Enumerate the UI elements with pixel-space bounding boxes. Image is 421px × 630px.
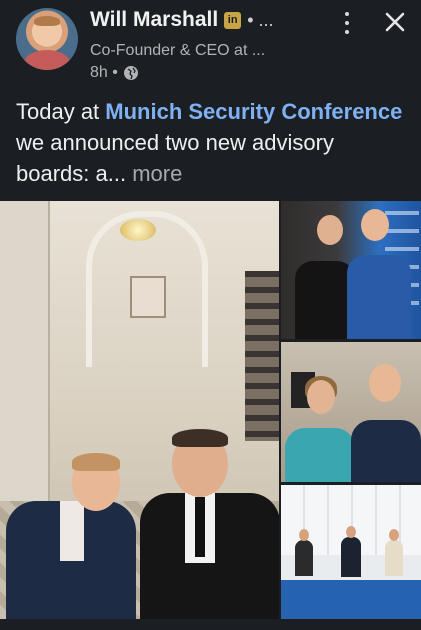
close-icon[interactable] — [383, 10, 407, 34]
avatar-hair — [34, 16, 60, 26]
photo-stage — [281, 580, 421, 619]
timestamp-text: 8h • — [90, 64, 118, 81]
photo-person-a-head — [317, 215, 343, 245]
person-right-tie — [195, 497, 205, 557]
photo-person-b-head — [369, 364, 401, 402]
post-body: Today at Munich Security Conference we a… — [16, 96, 408, 189]
photo-person-a-body — [285, 428, 355, 482]
photo-shelf — [245, 271, 279, 441]
panelist-1 — [295, 540, 313, 576]
author-name[interactable]: Will Marshall — [90, 8, 218, 32]
person-left-shirt — [60, 501, 84, 561]
more-vertical-icon[interactable] — [340, 10, 354, 36]
person-left-hair — [72, 453, 120, 471]
photo-painting — [130, 276, 166, 318]
panelist-3 — [385, 540, 403, 576]
photo-main[interactable] — [0, 201, 279, 619]
photo-middle-right[interactable] — [281, 342, 421, 482]
media-grid — [0, 201, 421, 619]
photo-person-b-body — [347, 255, 411, 339]
panelist-2-head — [346, 526, 356, 538]
photo-chandelier — [120, 219, 156, 241]
author-headline: Co-Founder & CEO at ... — [90, 42, 266, 59]
post-text-before: Today at — [16, 99, 106, 124]
author-name-suffix: • ... — [247, 9, 274, 30]
panelist-1-head — [299, 529, 309, 541]
author-avatar[interactable] — [16, 8, 78, 70]
photo-person-b-head — [361, 209, 389, 241]
post-header: Will Marshall in • ... Co-Founder & CEO … — [0, 0, 421, 96]
bottom-divider — [0, 619, 421, 630]
photo-bottom-right[interactable] — [281, 485, 421, 619]
post-timestamp: 8h • — [90, 64, 139, 82]
photo-top-right[interactable] — [281, 201, 421, 339]
photo-person-a-head — [307, 380, 335, 414]
photo-person-b-body — [351, 420, 421, 482]
linkedin-badge-icon: in — [224, 11, 242, 29]
panelist-2 — [341, 537, 361, 577]
avatar-shirt — [24, 50, 70, 70]
author-name-row[interactable]: Will Marshall in • ... — [90, 8, 274, 32]
photo-person-a-body — [295, 261, 355, 339]
see-more-link[interactable]: more — [126, 161, 182, 186]
person-right-hair — [172, 429, 228, 447]
conference-link[interactable]: Munich Security Conference — [105, 99, 402, 124]
globe-icon — [123, 66, 138, 80]
panelist-3-head — [389, 529, 399, 541]
